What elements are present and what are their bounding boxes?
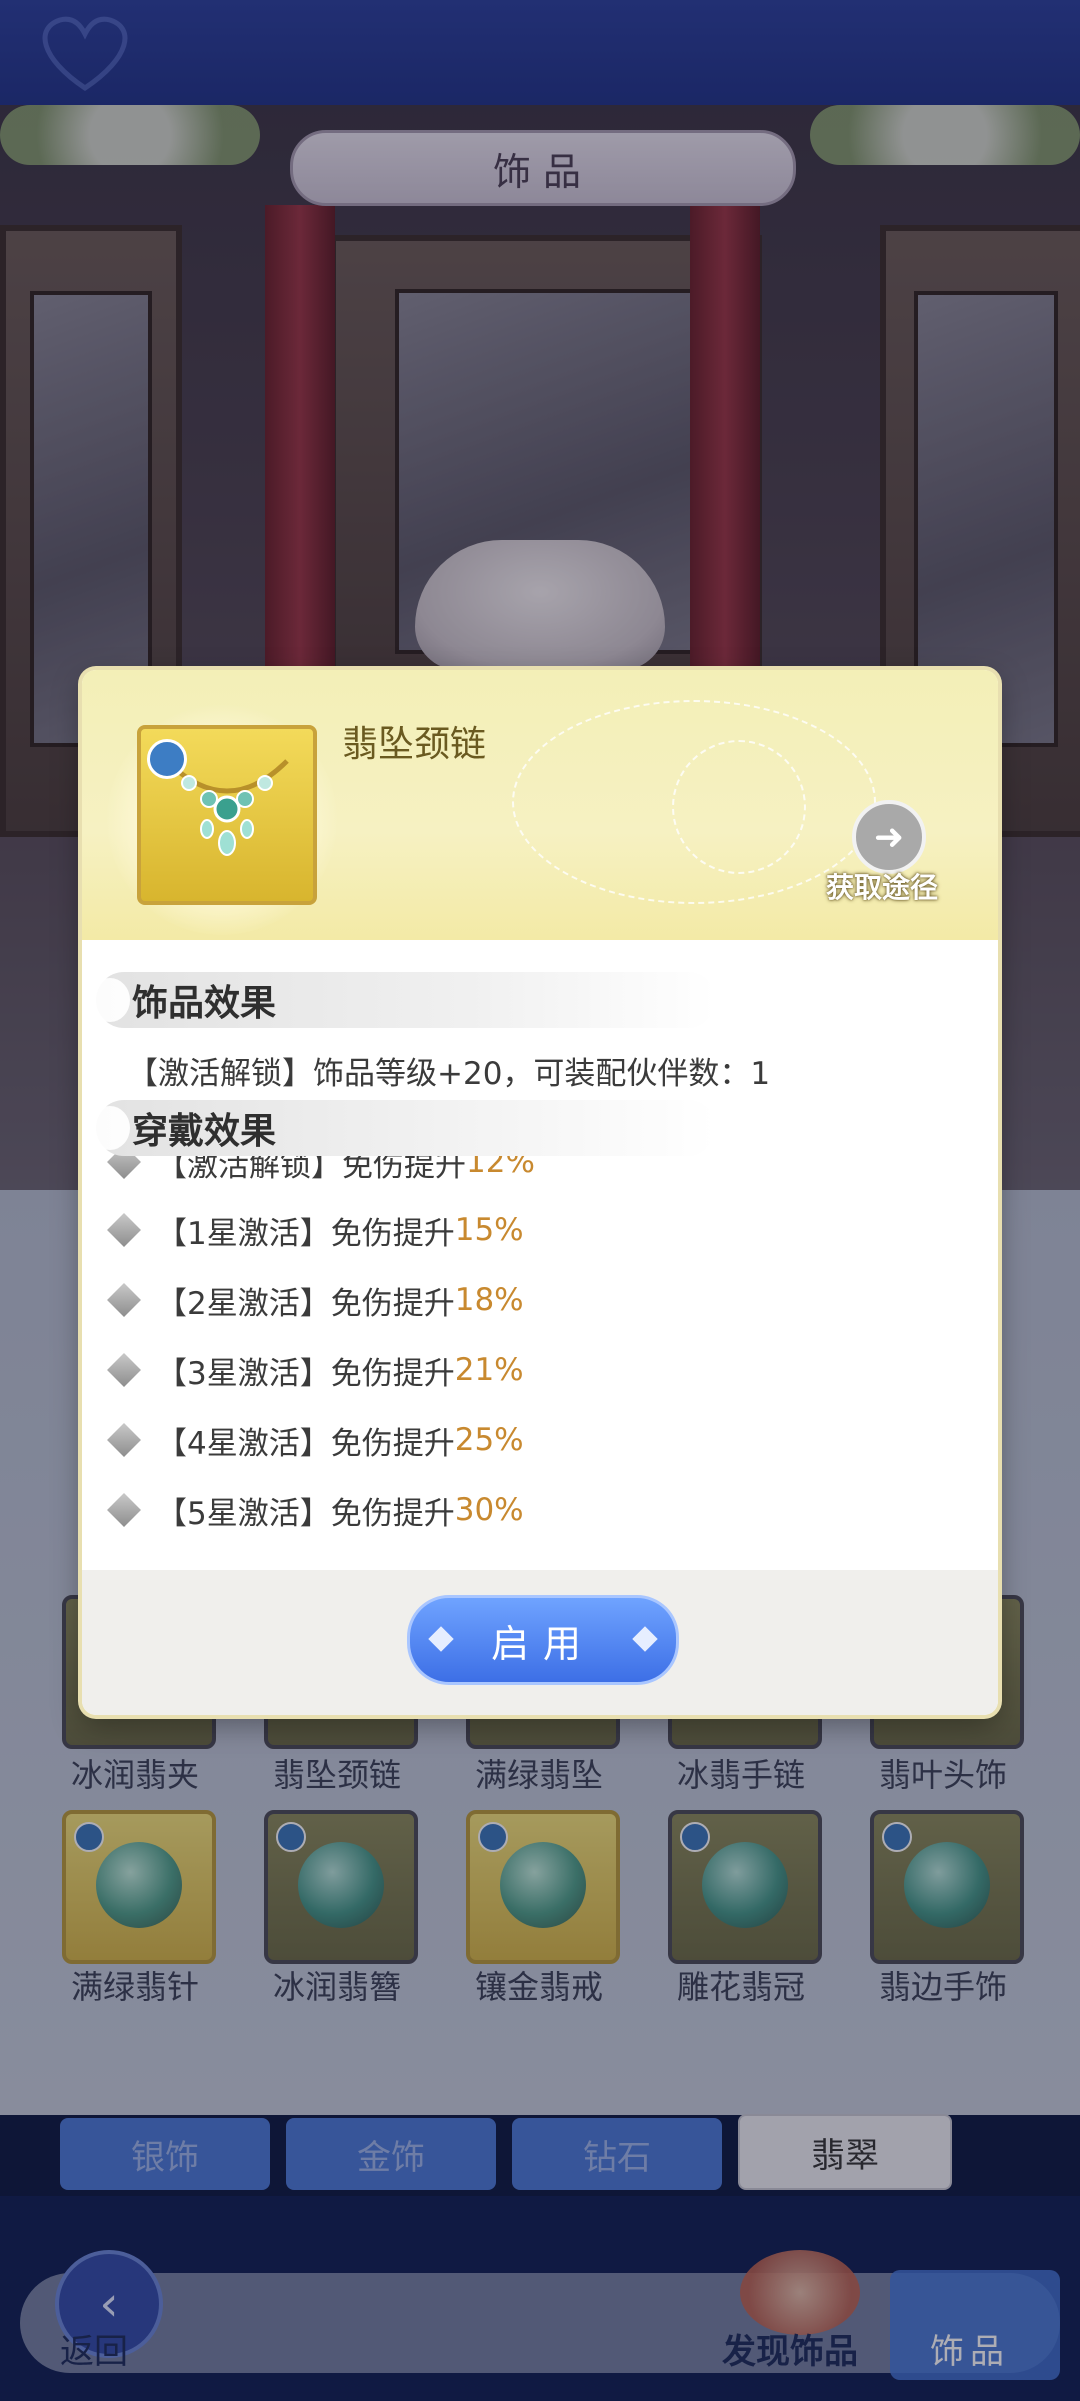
wear-effect-list[interactable]: 【激活解锁】免伤提升 12% 【1星激活】免伤提升 15% 【2星激活】免伤提升 18… xyxy=(82,1150,998,1560)
source-arrow-icon[interactable]: ➜ xyxy=(852,800,926,874)
diamond-bullet-icon xyxy=(107,1213,141,1247)
list-item: 【1星激活】免伤提升 15% xyxy=(107,1200,524,1260)
list-item: 【4星激活】免伤提升 25% xyxy=(107,1410,524,1470)
diamond-bullet-icon xyxy=(107,1283,141,1317)
modal-header: 翡坠颈链 ➜ 获取途径 xyxy=(82,670,998,940)
item-name: 翡坠颈链 xyxy=(342,724,487,765)
diamond-bullet-icon xyxy=(107,1423,141,1457)
diamond-bullet-icon xyxy=(107,1493,141,1527)
item-icon-frame xyxy=(137,725,317,905)
sparkle-icon xyxy=(632,1626,658,1652)
list-item: 【5星激活】免伤提升 30% xyxy=(107,1480,524,1540)
source-button[interactable]: 获取途径 xyxy=(826,866,938,906)
item-badge-icon xyxy=(147,739,187,779)
section-accessory-effect: 饰品效果 xyxy=(90,972,716,1028)
list-item: 【激活解锁】免伤提升 12% xyxy=(107,1150,535,1192)
accessory-effect-text: 【激活解锁】饰品等级+20，可装配伙伴数：1 xyxy=(127,1056,771,1092)
item-detail-modal: 翡坠颈链 ➜ 获取途径 饰品效果 【激活解锁】饰品等级+20，可装配伙伴数：1 … xyxy=(82,670,998,1715)
section-wear-effect: 穿戴效果 xyxy=(90,1100,716,1156)
use-button[interactable]: 启用 xyxy=(407,1595,679,1685)
list-item: 【3星激活】免伤提升 21% xyxy=(107,1340,524,1400)
list-item: 【2星激活】免伤提升 18% xyxy=(107,1270,524,1330)
diamond-bullet-icon xyxy=(107,1353,141,1387)
sparkle-icon xyxy=(428,1626,454,1652)
